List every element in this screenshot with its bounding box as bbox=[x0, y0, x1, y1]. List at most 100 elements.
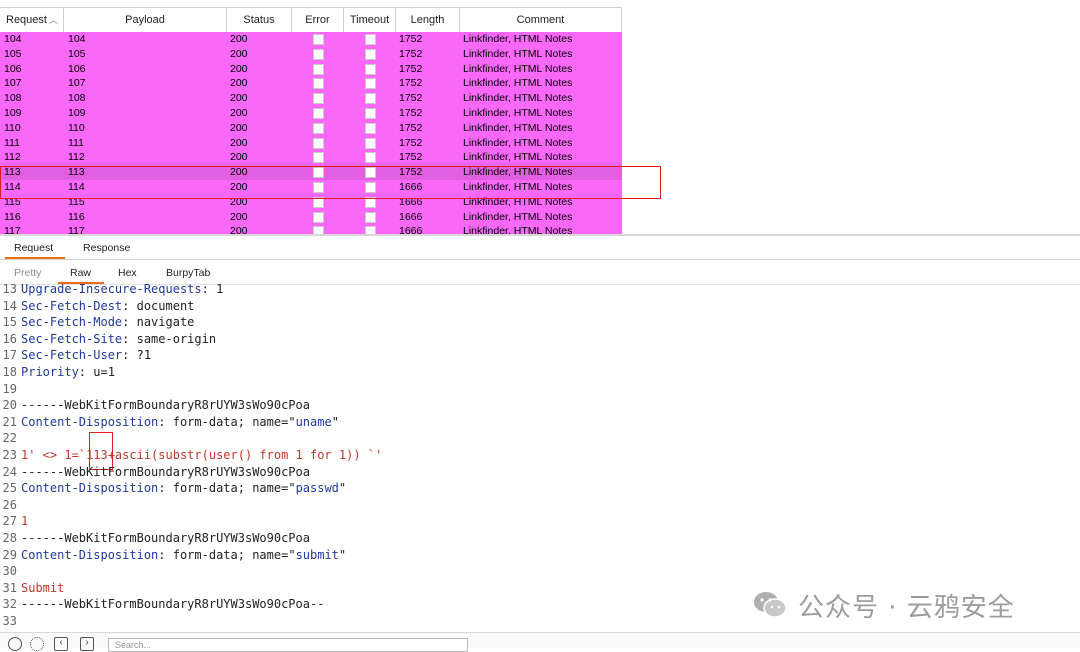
cell-length: 1666 bbox=[399, 210, 423, 223]
raw-request-editor[interactable]: 13 Upgrade-Insecure-Requests: 1 14 Sec-Fetc… bbox=[0, 284, 1080, 629]
error-checkbox bbox=[313, 107, 324, 119]
cell-length: 1752 bbox=[399, 77, 423, 90]
line-number: 22 bbox=[2, 431, 17, 446]
cell-request: 109 bbox=[4, 106, 22, 119]
table-row[interactable]: 116 116 200 1666 Linkfinder, HTML Notes bbox=[0, 209, 622, 225]
cell-comment: Linkfinder, HTML Notes bbox=[463, 33, 573, 45]
timeout-checkbox bbox=[365, 122, 376, 134]
table-row[interactable]: 105 105 200 1752 Linkfinder, HTML Notes bbox=[0, 46, 622, 62]
table-row[interactable]: 111 111 200 1752 Linkfinder, HTML Notes bbox=[0, 135, 622, 151]
line-number: 17 bbox=[2, 348, 17, 363]
timeout-checkbox bbox=[365, 34, 376, 45]
error-checkbox bbox=[313, 63, 324, 75]
cell-payload: 109 bbox=[68, 106, 86, 119]
help-icon[interactable] bbox=[8, 637, 22, 651]
cell-length: 1752 bbox=[399, 136, 423, 149]
editor-line: 29 Content-Disposition: form-data; name="… bbox=[0, 547, 347, 564]
tab-response[interactable]: Response bbox=[83, 237, 130, 259]
settings-icon[interactable] bbox=[30, 637, 44, 651]
cell-payload: 114 bbox=[68, 180, 85, 193]
column-header-status[interactable]: Status bbox=[227, 8, 292, 32]
column-header-length[interactable]: Length bbox=[396, 8, 460, 32]
code-token: Sec-Fetch-Dest bbox=[21, 298, 123, 313]
tab-hex[interactable]: Hex bbox=[118, 262, 137, 284]
timeout-checkbox bbox=[365, 48, 376, 60]
editor-line: 13 Upgrade-Insecure-Requests: 1 bbox=[0, 284, 224, 298]
back-arrow-icon[interactable]: ‹ bbox=[54, 637, 68, 651]
error-checkbox bbox=[313, 34, 324, 45]
editor-line: 31 Submit bbox=[0, 580, 65, 597]
error-checkbox bbox=[313, 93, 324, 105]
cell-payload: 115 bbox=[68, 195, 85, 208]
table-row[interactable]: 104 104 200 1752 Linkfinder, HTML Notes bbox=[0, 32, 622, 47]
cell-comment: Linkfinder, HTML Notes bbox=[463, 47, 573, 60]
timeout-checkbox bbox=[365, 93, 376, 105]
cell-status: 200 bbox=[230, 210, 248, 223]
timeout-checkbox bbox=[365, 167, 376, 179]
table-row[interactable]: 114 114 200 1666 Linkfinder, HTML Notes bbox=[0, 179, 622, 195]
timeout-checkbox bbox=[365, 226, 376, 234]
tab-pretty[interactable]: Pretty bbox=[14, 262, 41, 284]
line-number: 27 bbox=[2, 514, 17, 529]
cell-request: 114 bbox=[4, 180, 21, 193]
split-pane-divider[interactable] bbox=[0, 234, 1080, 236]
cell-request: 113 bbox=[4, 166, 21, 179]
cell-comment: Linkfinder, HTML Notes bbox=[463, 62, 573, 75]
table-row[interactable]: 115 115 200 1666 Linkfinder, HTML Notes bbox=[0, 194, 622, 210]
cell-comment: Linkfinder, HTML Notes bbox=[463, 121, 573, 134]
tab-raw[interactable]: Raw bbox=[70, 262, 91, 284]
column-header-error[interactable]: Error bbox=[292, 8, 344, 32]
error-checkbox bbox=[313, 196, 324, 208]
editor-line: 32 ------WebKitFormBoundaryR8rUYW3sWo90cP… bbox=[0, 596, 325, 613]
editor-line: 14 Sec-Fetch-Dest: document bbox=[0, 298, 195, 315]
search-input[interactable]: Search... bbox=[108, 638, 468, 652]
cell-length: 1666 bbox=[399, 180, 423, 193]
cell-payload: 105 bbox=[68, 47, 86, 60]
table-row[interactable]: 117 117 200 1666 Linkfinder, HTML Notes bbox=[0, 224, 622, 234]
code-token: : navigate bbox=[122, 315, 195, 330]
forward-arrow-icon[interactable]: › bbox=[80, 637, 94, 651]
code-token: " bbox=[338, 481, 347, 496]
table-row[interactable]: 107 107 200 1752 Linkfinder, HTML Notes bbox=[0, 76, 622, 92]
error-checkbox bbox=[313, 48, 324, 60]
table-row[interactable]: 110 110 200 1752 Linkfinder, HTML Notes bbox=[0, 120, 622, 136]
cell-length: 1752 bbox=[399, 33, 423, 45]
column-header-payload[interactable]: Payload bbox=[64, 8, 227, 32]
cell-request: 115 bbox=[4, 195, 21, 208]
column-header-comment[interactable]: Comment bbox=[460, 8, 622, 32]
column-header-timeout[interactable]: Timeout bbox=[344, 8, 396, 32]
cell-comment: Linkfinder, HTML Notes bbox=[463, 106, 573, 119]
cell-payload: 111 bbox=[68, 136, 84, 149]
table-row[interactable]: 109 109 200 1752 Linkfinder, HTML Notes bbox=[0, 105, 622, 121]
view-mode-tabs: Pretty Raw Hex BurpyTab bbox=[0, 262, 1080, 285]
cell-request: 110 bbox=[4, 121, 21, 134]
line-number: 33 bbox=[2, 614, 17, 628]
cell-comment: Linkfinder, HTML Notes bbox=[463, 151, 573, 164]
editor-line: 15 Sec-Fetch-Mode: navigate bbox=[0, 314, 195, 331]
timeout-checkbox bbox=[365, 181, 376, 193]
table-row[interactable]: 106 106 200 1752 Linkfinder, HTML Notes bbox=[0, 61, 622, 77]
table-row[interactable]: 113 113 200 1752 Linkfinder, HTML Notes bbox=[0, 165, 622, 180]
tab-burpytab[interactable]: BurpyTab bbox=[166, 262, 210, 284]
editor-line: 17 Sec-Fetch-User: ?1 bbox=[0, 347, 152, 364]
code-token: ------WebKitFormBoundaryR8rUYW3sWo90cPoa bbox=[21, 531, 310, 545]
line-number: 30 bbox=[2, 564, 17, 579]
editor-line: 23 1' <> 1=`113+ascii(substr(user() from … bbox=[0, 447, 383, 464]
code-token: Priority bbox=[21, 365, 79, 379]
timeout-checkbox bbox=[365, 63, 376, 75]
table-row[interactable]: 112 112 200 1752 Linkfinder, HTML Notes bbox=[0, 150, 622, 166]
cell-request: 111 bbox=[4, 136, 20, 149]
code-token: Sec-Fetch-Site bbox=[21, 331, 123, 346]
chevron-up-icon: ︿ bbox=[48, 15, 58, 25]
code-token: 1 bbox=[21, 514, 29, 529]
tab-request[interactable]: Request bbox=[14, 237, 53, 259]
line-number: 20 bbox=[2, 398, 17, 413]
code-token: " bbox=[331, 414, 339, 429]
cell-request: 112 bbox=[4, 151, 21, 164]
table-row[interactable]: 108 108 200 1752 Linkfinder, HTML Notes bbox=[0, 91, 622, 106]
timeout-checkbox bbox=[365, 137, 376, 149]
code-token: 1' <> 1=`113+ascii(substr(user() from 1 … bbox=[21, 448, 383, 462]
cell-payload: 116 bbox=[68, 210, 85, 223]
error-checkbox bbox=[313, 78, 324, 90]
column-header-request[interactable]: Request ︿ bbox=[0, 8, 64, 32]
